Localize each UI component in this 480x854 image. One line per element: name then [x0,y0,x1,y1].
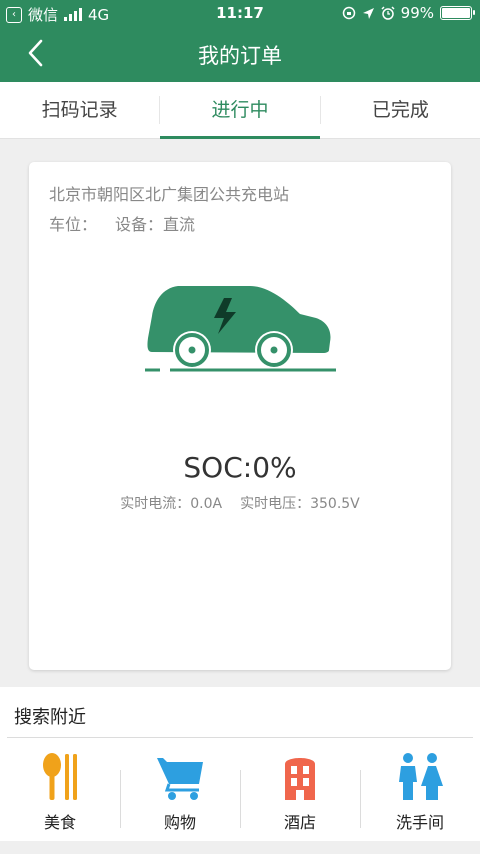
status-bar: ‹ 微信 4G 11:17 99% [0,0,480,26]
nearby-hotel[interactable]: 酒店 [240,738,360,841]
shopping-cart-icon [157,758,203,800]
tab-in-progress[interactable]: 进行中 [160,82,320,139]
nearby-food[interactable]: 美食 [0,738,120,841]
nearby-section: 搜索附近 美食 购物 酒店 洗手间 [0,687,480,841]
nearby-hotel-label: 酒店 [283,813,316,832]
tab-completed[interactable]: 已完成 [321,82,480,138]
nearby-shopping[interactable]: 购物 [120,738,240,841]
alarm-icon [381,6,395,20]
device-label: 设备：直流 [115,215,196,234]
fork-spoon-icon [43,753,77,800]
nearby-restroom[interactable]: 洗手间 [360,738,480,841]
slot-label: 车位： [49,215,98,234]
live-current: 实时电流：0.0A [120,496,223,512]
battery-fill [442,8,470,18]
charging-order-card[interactable]: 北京市朝阳区北广集团公共充电站 车位： 设备：直流 SOC:0% 实时电流：0.0… [29,162,451,670]
nearby-food-label: 美食 [43,813,76,832]
live-readings: 实时电流：0.0A 实时电压：350.5V [29,493,451,513]
status-right: 99% [342,4,475,22]
battery-icon [440,6,475,20]
nearby-shopping-label: 购物 [163,813,196,832]
nav-bar: 我的订单 [0,26,480,82]
page-title: 我的订单 [198,44,282,68]
nearby-grid: 美食 购物 酒店 洗手间 [0,738,480,841]
rotation-lock-icon [342,6,355,20]
order-tabs: 扫码记录 进行中 已完成 [0,82,480,139]
tab-scan-records[interactable]: 扫码记录 [0,82,159,138]
nearby-title: 搜索附近 [14,707,86,728]
station-name: 北京市朝阳区北广集团公共充电站 [49,185,290,204]
electric-car-icon [145,286,336,372]
restroom-icon [399,753,443,800]
order-meta: 车位： 设备：直流 [49,211,213,235]
battery-percent: 99% [400,4,434,22]
soc-value: SOC:0% [183,451,297,484]
live-voltage: 实时电压：350.5V [240,496,360,512]
hotel-icon [285,758,315,800]
nearby-restroom-label: 洗手间 [395,813,444,832]
location-arrow-icon [362,7,374,19]
